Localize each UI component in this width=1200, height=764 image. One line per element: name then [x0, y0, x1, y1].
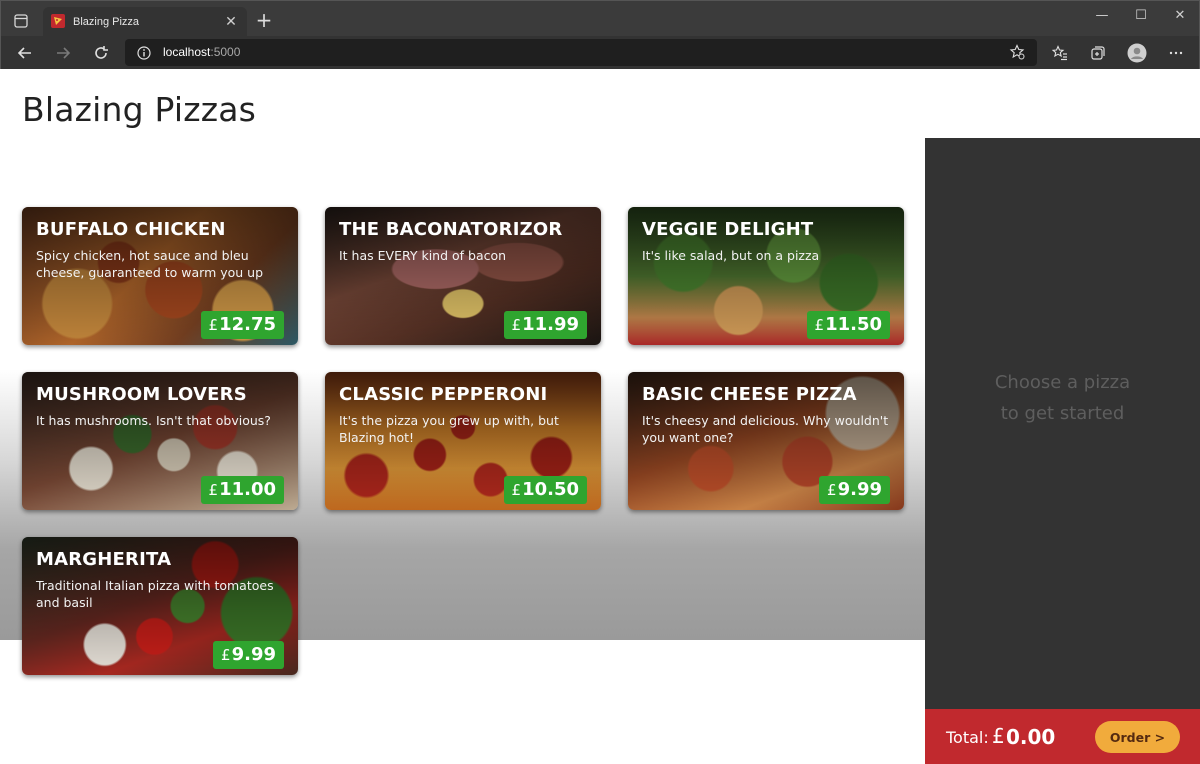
tab-close-icon[interactable]: ✕ [223, 14, 239, 30]
favorites-icon[interactable] [1047, 40, 1073, 66]
price-currency: £ [814, 316, 825, 334]
pizza-card-basic-cheese[interactable]: BASIC CHEESE PIZZA It's cheesy and delic… [628, 372, 904, 510]
collections-icon[interactable] [1085, 40, 1111, 66]
pizza-name: THE BACONATORIZOR [339, 219, 563, 240]
price-badge: £9.99 [819, 476, 890, 504]
profile-avatar-icon[interactable] [1124, 40, 1150, 66]
price-badge: £9.99 [213, 641, 284, 669]
pizza-card-margherita[interactable]: MARGHERITA Traditional Italian pizza wit… [22, 537, 298, 675]
price-currency: £ [511, 481, 522, 499]
pizza-card-mushroom-lovers[interactable]: MUSHROOM LOVERS It has mushrooms. Isn't … [22, 372, 298, 510]
price-value: 11.00 [219, 479, 276, 500]
url-port: :5000 [210, 45, 241, 59]
pizza-description: It's cheesy and delicious. Why wouldn't … [642, 413, 889, 445]
price-currency: £ [208, 316, 219, 334]
site-info-icon[interactable] [137, 45, 151, 64]
pizza-description: It's like salad, but on a pizza [642, 248, 820, 263]
browser-titlebar: Blazing Pizza ✕ + — ☐ ✕ [0, 0, 1200, 37]
pizza-name: MARGHERITA [36, 549, 172, 570]
price-badge: £11.99 [503, 311, 587, 339]
pizza-name: BUFFALO CHICKEN [36, 219, 226, 240]
more-menu-icon[interactable] [1163, 40, 1189, 66]
page-title: Blazing Pizzas [22, 90, 257, 129]
add-favorite-icon[interactable] [1009, 44, 1025, 64]
pizza-name: VEGGIE DELIGHT [642, 219, 814, 240]
new-tab-button[interactable]: + [253, 9, 275, 31]
total-value: 0.00 [1006, 725, 1056, 749]
tab-actions-icon[interactable] [9, 9, 33, 33]
price-badge: £11.00 [200, 476, 284, 504]
empty-order-line-2: to get started [1000, 403, 1125, 424]
price-badge: £10.50 [503, 476, 587, 504]
tab-title: Blazing Pizza [73, 16, 140, 28]
price-currency: £ [827, 481, 837, 499]
price-value: 11.50 [825, 314, 882, 335]
price-currency: £ [208, 481, 219, 499]
price-currency: £ [221, 646, 231, 664]
url-text: localhost:5000 [163, 45, 240, 59]
pizza-description: It has mushrooms. Isn't that obvious? [36, 413, 271, 428]
maximize-icon[interactable]: ☐ [1122, 1, 1160, 29]
close-window-icon[interactable]: ✕ [1161, 1, 1199, 29]
price-value: 10.50 [522, 479, 579, 500]
price-value: 12.75 [219, 314, 276, 335]
empty-order-line-1: Choose a pizza [994, 372, 1131, 393]
pizza-card-classic-pepperoni[interactable]: CLASSIC PEPPERONI It's the pizza you gre… [325, 372, 601, 510]
pizza-description: Spicy chicken, hot sauce and bleu cheese… [36, 248, 264, 280]
refresh-icon[interactable] [88, 40, 114, 66]
order-sidebar: Choose a pizza to get started [925, 138, 1200, 709]
address-bar[interactable]: localhost:5000 [125, 39, 1037, 66]
order-button[interactable]: Order > [1095, 721, 1180, 753]
price-currency: £ [511, 316, 522, 334]
price-badge: £12.75 [200, 311, 284, 339]
price-value: 11.99 [522, 314, 579, 335]
pizza-card-veggie-delight[interactable]: VEGGIE DELIGHT It's like salad, but on a… [628, 207, 904, 345]
browser-tab[interactable]: Blazing Pizza ✕ [43, 7, 247, 37]
pizza-card-buffalo-chicken[interactable]: BUFFALO CHICKEN Spicy chicken, hot sauce… [22, 207, 298, 345]
pizza-name: MUSHROOM LOVERS [36, 384, 247, 405]
price-value: 9.99 [837, 479, 882, 500]
total-currency: £ [992, 724, 1005, 748]
order-total-bar: Total: £ 0.00 Order > [925, 709, 1200, 764]
pizza-description: It's the pizza you grew up with, but Bla… [339, 413, 559, 445]
minimize-icon[interactable]: — [1083, 1, 1121, 29]
total-label: Total: [946, 728, 989, 747]
url-host: localhost [163, 45, 211, 59]
forward-icon[interactable] [50, 40, 76, 66]
pizza-description: It has EVERY kind of bacon [339, 248, 507, 263]
browser-toolbar: localhost:5000 [0, 36, 1200, 69]
price-badge: £11.50 [806, 311, 890, 339]
pizza-card-baconatorizor[interactable]: THE BACONATORIZOR It has EVERY kind of b… [325, 207, 601, 345]
empty-order-message: Choose a pizza to get started [925, 367, 1200, 429]
pizza-name: CLASSIC PEPPERONI [339, 384, 548, 405]
pizza-name: BASIC CHEESE PIZZA [642, 384, 857, 405]
pizza-description: Traditional Italian pizza with tomatoes … [36, 578, 274, 610]
pizza-favicon-icon [51, 13, 65, 32]
back-icon[interactable] [12, 40, 38, 66]
price-value: 9.99 [231, 644, 276, 665]
